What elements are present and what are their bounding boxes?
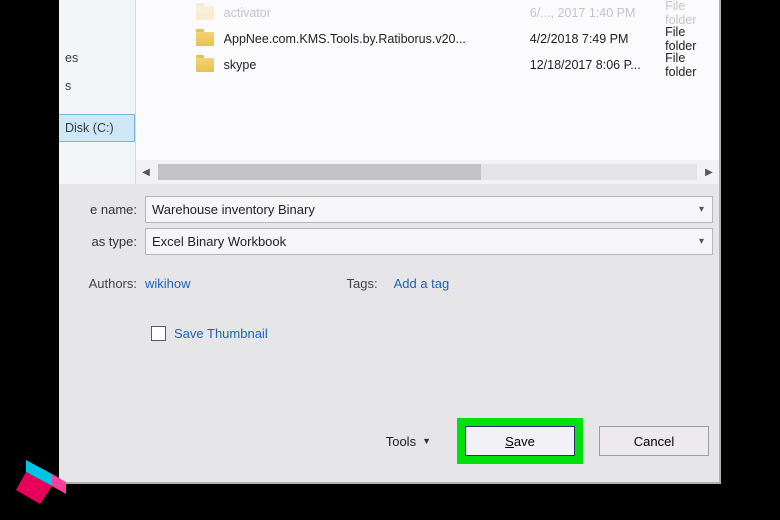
tools-label: Tools	[386, 434, 416, 449]
dialog-buttons: Tools ▼ Save Cancel	[59, 418, 709, 464]
folder-icon	[196, 32, 214, 46]
caret-down-icon: ▼	[422, 436, 431, 446]
sidebar-item[interactable]: s	[59, 72, 135, 100]
list-item[interactable]: activator 6/..., 2017 1:40 PM File folde…	[136, 0, 719, 26]
tags-value[interactable]: Add a tag	[386, 276, 486, 291]
save-highlight: Save	[457, 418, 583, 464]
file-list: activator 6/..., 2017 1:40 PM File folde…	[136, 0, 719, 184]
folder-icon	[196, 6, 214, 20]
tags-label: Tags:	[347, 276, 386, 291]
filetype-label: as type:	[59, 234, 145, 249]
scrollbar-thumb[interactable]	[158, 164, 481, 180]
sidebar-item-label: s	[65, 79, 71, 93]
chevron-down-icon[interactable]: ▾	[699, 204, 704, 215]
file-type: File folder	[665, 52, 719, 78]
file-type: File folder	[665, 26, 719, 52]
file-date: 4/2/2018 7:49 PM	[530, 32, 665, 46]
sidebar: es s Disk (C:)	[59, 0, 136, 184]
filename-value: Warehouse inventory Binary	[152, 202, 315, 217]
file-date: 12/18/2017 8:06 P...	[530, 58, 665, 72]
cancel-button[interactable]: Cancel	[599, 426, 709, 456]
chevron-left-icon[interactable]: ◀	[136, 162, 156, 182]
chevron-right-icon[interactable]: ▶	[699, 162, 719, 182]
filetype-select[interactable]: Excel Binary Workbook ▾	[145, 228, 713, 255]
file-type: File folder	[665, 0, 719, 26]
file-name: AppNee.com.KMS.Tools.by.Ratiborus.v20...	[224, 32, 530, 46]
sidebar-item-label: es	[65, 51, 78, 65]
list-item[interactable]: AppNee.com.KMS.Tools.by.Ratiborus.v20...…	[136, 26, 719, 52]
logo-icon	[10, 454, 74, 514]
filename-input[interactable]: Warehouse inventory Binary ▾	[145, 196, 713, 223]
scrollbar-track[interactable]	[158, 164, 697, 180]
save-button[interactable]: Save	[465, 426, 575, 456]
filename-row: e name: Warehouse inventory Binary ▾	[59, 196, 713, 223]
filetype-row: as type: Excel Binary Workbook ▾	[59, 228, 713, 255]
folder-icon	[196, 58, 214, 72]
checkbox-icon[interactable]	[151, 326, 166, 341]
horizontal-scrollbar[interactable]: ◀ ▶	[136, 160, 719, 184]
save-thumbnail-checkbox[interactable]: Save Thumbnail	[151, 326, 268, 341]
file-name: activator	[224, 6, 530, 20]
filetype-value: Excel Binary Workbook	[152, 234, 286, 249]
sidebar-item[interactable]: es	[59, 44, 135, 72]
file-date: 6/..., 2017 1:40 PM	[530, 6, 665, 20]
save-button-label: Save	[505, 434, 535, 449]
sidebar-item-label: Disk (C:)	[65, 121, 114, 135]
cancel-button-label: Cancel	[634, 434, 674, 449]
filename-label: e name:	[59, 202, 145, 217]
chevron-down-icon[interactable]: ▾	[699, 236, 704, 247]
file-name: skype	[224, 58, 530, 72]
list-item[interactable]: skype 12/18/2017 8:06 P... File folder	[136, 52, 719, 78]
metadata-row: Authors: wikihow Tags: Add a tag	[59, 276, 713, 291]
tools-dropdown[interactable]: Tools ▼	[386, 434, 431, 449]
authors-label: Authors:	[59, 276, 145, 291]
save-thumbnail-label: Save Thumbnail	[174, 326, 268, 341]
sidebar-item-disk-c[interactable]: Disk (C:)	[59, 114, 135, 142]
save-dialog: es s Disk (C:) activator 6/..., 2017 1:4…	[59, 0, 721, 484]
authors-value[interactable]: wikihow	[145, 276, 227, 291]
